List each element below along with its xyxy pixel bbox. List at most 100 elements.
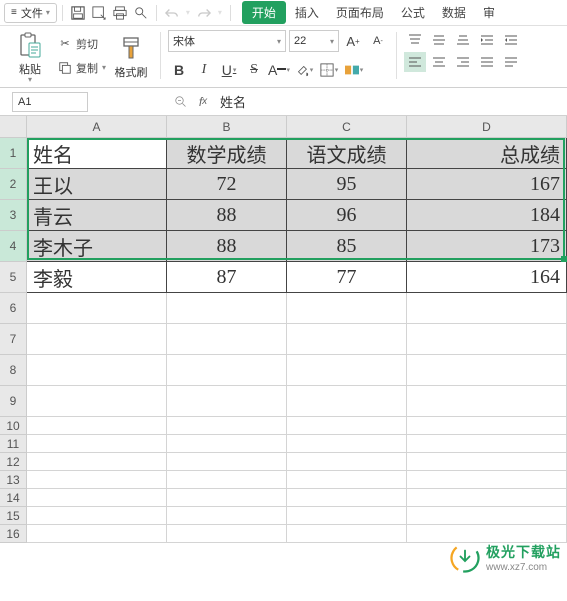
distribute-button[interactable] (500, 52, 522, 72)
cell[interactable]: 青云 (27, 200, 167, 231)
row-header[interactable]: 13 (0, 471, 27, 489)
undo-dropdown-icon[interactable]: ▾ (183, 3, 193, 23)
cell[interactable] (287, 471, 407, 489)
cells-area[interactable]: 姓名数学成绩语文成绩总成绩王以7295167青云8896184李木子888517… (27, 138, 567, 543)
font-size-select[interactable]: 22 ▾ (289, 30, 339, 52)
row-header[interactable]: 7 (0, 324, 27, 355)
column-header[interactable]: A (27, 116, 167, 138)
cell[interactable] (287, 293, 407, 324)
fx-icon[interactable]: fx (192, 91, 214, 113)
align-bottom-button[interactable] (452, 30, 474, 50)
column-header[interactable]: D (407, 116, 567, 138)
cell[interactable] (407, 417, 567, 435)
row-header[interactable]: 4 (0, 231, 27, 262)
cell[interactable] (407, 293, 567, 324)
cell[interactable] (407, 324, 567, 355)
align-middle-button[interactable] (428, 30, 450, 50)
cell[interactable] (407, 453, 567, 471)
row-header[interactable]: 6 (0, 293, 27, 324)
cell[interactable] (27, 386, 167, 417)
cell[interactable] (167, 355, 287, 386)
align-left-button[interactable] (404, 52, 426, 72)
cell[interactable] (407, 386, 567, 417)
column-headers[interactable]: ABCD (27, 116, 567, 138)
cell[interactable] (167, 435, 287, 453)
cell[interactable]: 184 (407, 200, 567, 231)
increase-font-button[interactable]: A+ (342, 30, 364, 52)
align-right-button[interactable] (452, 52, 474, 72)
cell[interactable] (167, 324, 287, 355)
tab-layout[interactable]: 页面布局 (328, 1, 392, 24)
cell[interactable]: 72 (167, 169, 287, 200)
cell[interactable] (167, 507, 287, 525)
cell[interactable] (287, 489, 407, 507)
cell[interactable]: 王以 (27, 169, 167, 200)
row-header[interactable]: 14 (0, 489, 27, 507)
cell[interactable] (407, 525, 567, 543)
undo-icon[interactable] (162, 3, 182, 23)
formula-content[interactable]: 姓名 (214, 92, 567, 111)
cell[interactable] (27, 355, 167, 386)
font-color-button[interactable]: A (268, 59, 290, 81)
strikethrough-button[interactable]: S (243, 59, 265, 81)
row-header[interactable]: 2 (0, 169, 27, 200)
cell[interactable] (167, 453, 287, 471)
cell[interactable] (407, 489, 567, 507)
cell[interactable]: 87 (167, 262, 287, 293)
cell[interactable] (287, 355, 407, 386)
cell[interactable] (407, 507, 567, 525)
increase-indent-button[interactable] (500, 30, 522, 50)
decrease-font-button[interactable]: A- (367, 30, 389, 52)
row-header[interactable]: 16 (0, 525, 27, 543)
cell[interactable] (287, 507, 407, 525)
row-header[interactable]: 15 (0, 507, 27, 525)
column-header[interactable]: B (167, 116, 287, 138)
cell[interactable]: 95 (287, 169, 407, 200)
underline-button[interactable]: U (218, 59, 240, 81)
print-icon[interactable] (110, 3, 130, 23)
cell[interactable]: 数学成绩 (167, 138, 287, 169)
align-top-button[interactable] (404, 30, 426, 50)
cell[interactable] (27, 435, 167, 453)
cell[interactable] (27, 417, 167, 435)
paste-button[interactable]: 粘贴 ▾ (8, 30, 52, 84)
cell[interactable] (27, 507, 167, 525)
cell[interactable] (27, 324, 167, 355)
justify-button[interactable] (476, 52, 498, 72)
cell[interactable] (407, 355, 567, 386)
cell[interactable] (167, 525, 287, 543)
row-headers[interactable]: 12345678910111213141516 (0, 138, 27, 543)
tab-data[interactable]: 数据 (434, 1, 474, 24)
cell[interactable] (167, 471, 287, 489)
align-center-button[interactable] (428, 52, 450, 72)
cell[interactable] (167, 417, 287, 435)
border-button[interactable] (318, 59, 340, 81)
cut-button[interactable]: ✂ 剪切 (54, 33, 109, 55)
tab-formula[interactable]: 公式 (393, 1, 433, 24)
cell[interactable] (287, 324, 407, 355)
cell[interactable]: 164 (407, 262, 567, 293)
bold-button[interactable]: B (168, 59, 190, 81)
column-header[interactable]: C (287, 116, 407, 138)
cell[interactable]: 总成绩 (407, 138, 567, 169)
save-icon[interactable] (68, 3, 88, 23)
row-header[interactable]: 8 (0, 355, 27, 386)
cell[interactable]: 语文成绩 (287, 138, 407, 169)
cell[interactable] (287, 417, 407, 435)
spreadsheet-grid[interactable]: ABCD 12345678910111213141516 姓名数学成绩语文成绩总… (0, 116, 567, 601)
tab-start[interactable]: 开始 (242, 1, 286, 24)
cell[interactable]: 96 (287, 200, 407, 231)
redo-dropdown-icon[interactable]: ▾ (215, 3, 225, 23)
row-header[interactable]: 5 (0, 262, 27, 293)
font-name-select[interactable]: 宋体 ▾ (168, 30, 286, 52)
name-box[interactable]: A1 (12, 92, 88, 112)
cell[interactable]: 88 (167, 200, 287, 231)
cell[interactable]: 173 (407, 231, 567, 262)
italic-button[interactable]: I (193, 59, 215, 81)
cell[interactable]: 李毅 (27, 262, 167, 293)
redo-icon[interactable] (194, 3, 214, 23)
cell[interactable] (27, 453, 167, 471)
print-preview-icon[interactable] (131, 3, 151, 23)
cell[interactable] (167, 489, 287, 507)
cell[interactable] (27, 471, 167, 489)
